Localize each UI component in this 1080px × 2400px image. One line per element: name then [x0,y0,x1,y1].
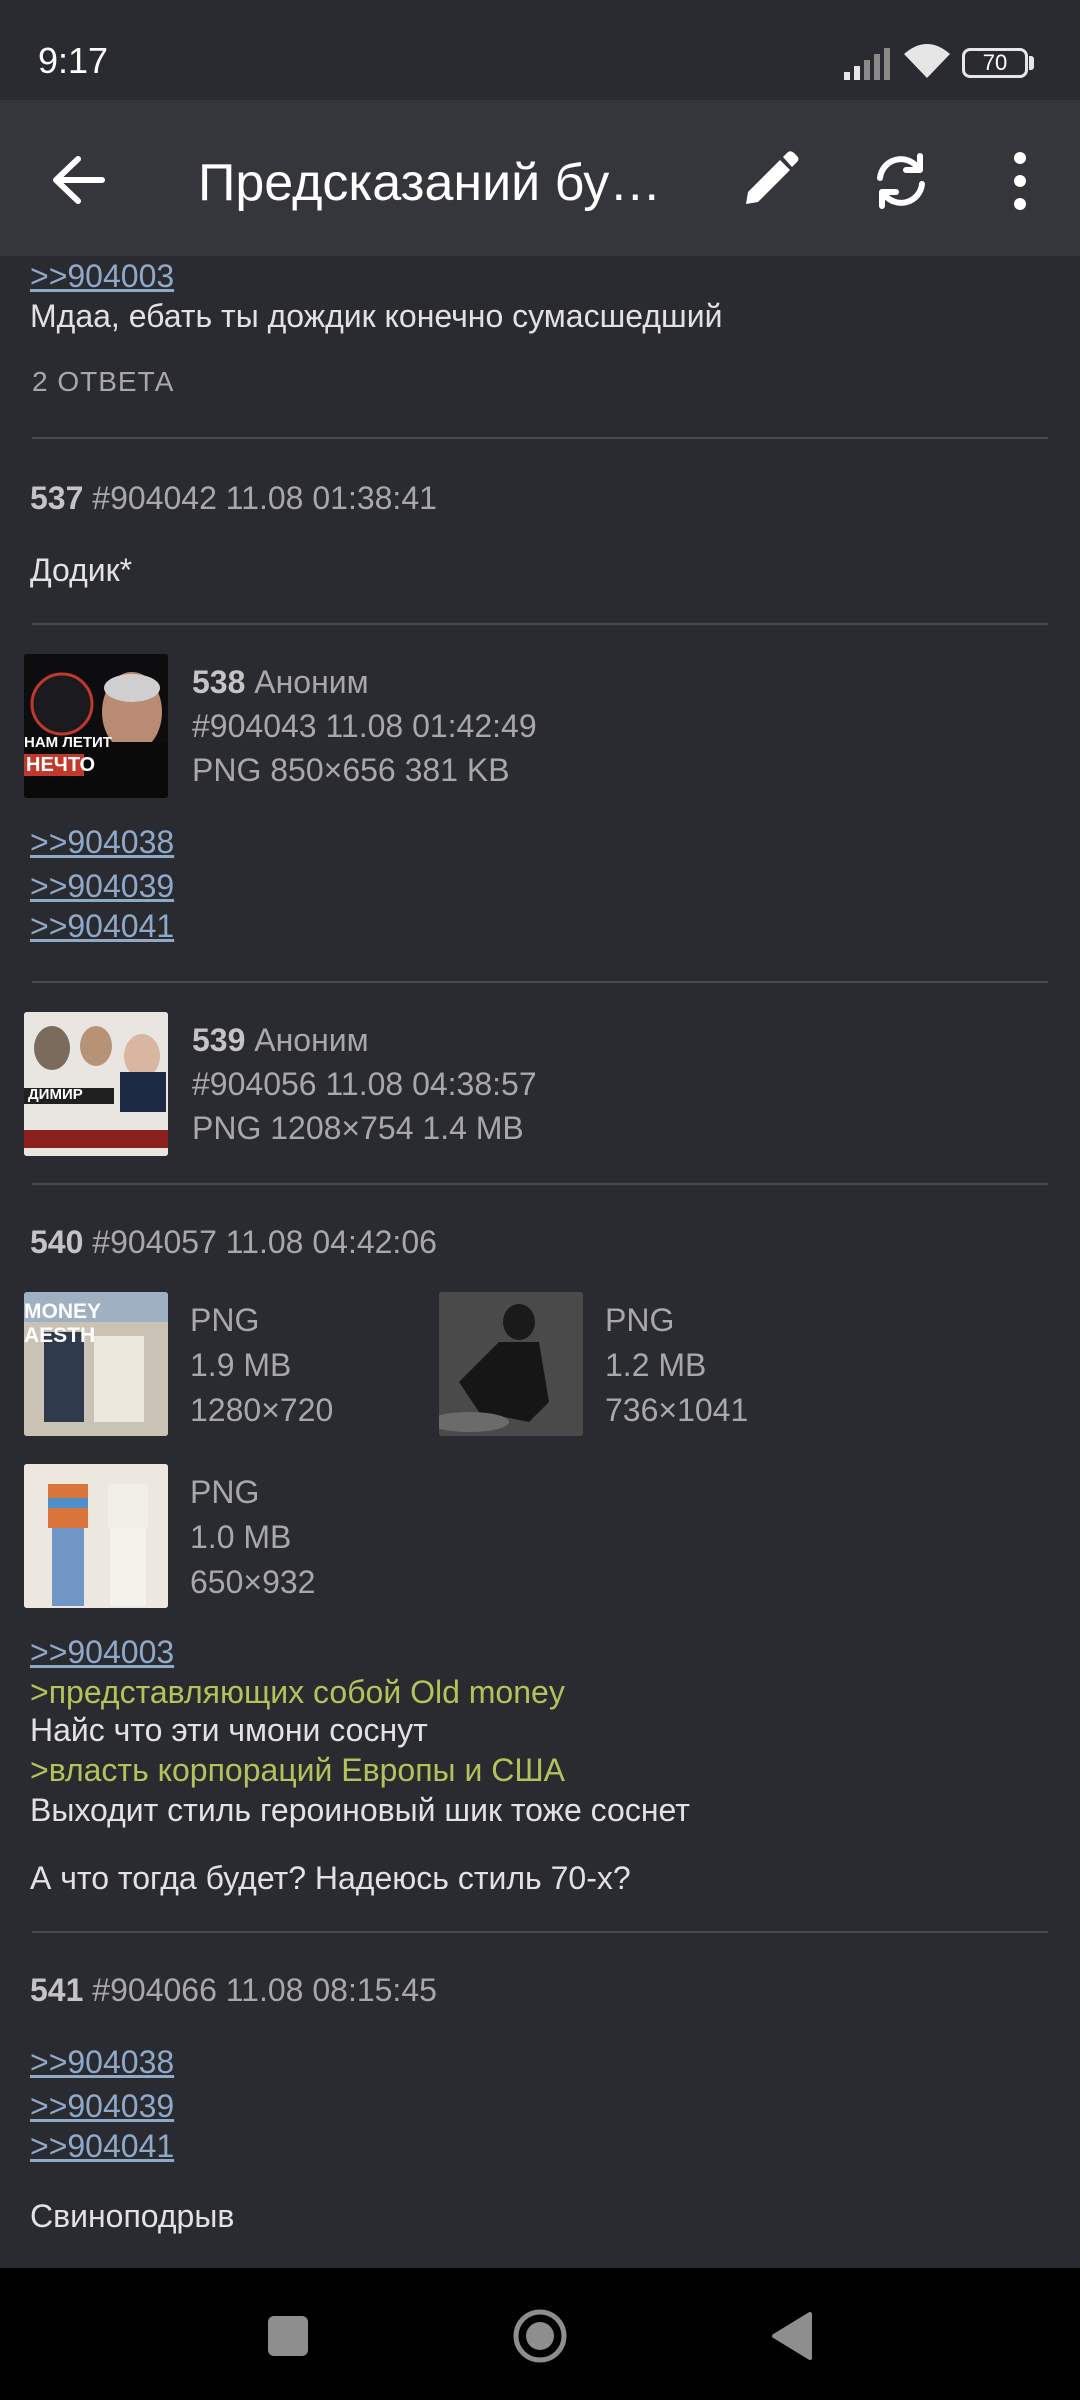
post-thumbnail[interactable] [439,1292,583,1436]
post-number: 541 [30,1972,84,2008]
post-number: 540 [30,1224,84,1260]
reply-link[interactable]: >>904038 [30,2042,174,2082]
thread-title: Предсказаний бу… [198,154,662,212]
edit-button[interactable] [736,148,806,214]
file-info: PNG 1208×754 1.4 MB [192,1110,524,1146]
file-info: PNG 850×656 381 KB [192,752,510,788]
post-text: Найс что эти чмони соснут [30,1712,428,1748]
home-circle-icon [513,2309,567,2363]
post-number: 537 [30,480,84,516]
pencil-icon [746,151,799,204]
post-header: 537 #904042 11.08 01:38:41 [30,478,437,518]
reply-link[interactable]: >>904041 [30,2126,174,2166]
recent-apps-button[interactable] [268,2316,308,2356]
post-thumbnail[interactable]: MONEY AESTH [24,1292,168,1436]
image-dims: 650×932 [190,1564,316,1600]
post-number: 539 [192,1022,246,1058]
arrow-left-icon [53,156,105,204]
image-dims: 736×1041 [605,1392,749,1428]
reply-link[interactable]: >>904039 [30,2086,174,2126]
thumbnail-image [439,1292,583,1436]
reply-link[interactable]: >>904003 [30,256,174,296]
post-divider [32,981,1048,983]
thumbnail-image [24,1012,168,1156]
post-info: #904056 11.08 04:38:57 [192,1066,537,1102]
post-info: #904066 11.08 08:15:45 [92,1972,437,2008]
image-info: PNG 1.2 MB 736×1041 [605,1298,748,1433]
post-header: 538 Аноним [192,662,369,702]
system-back-button[interactable] [770,2310,814,2362]
reply-link[interactable]: >>904039 [30,866,174,906]
post-author: Аноним [254,1022,369,1058]
greentext-quote: >представляющих собой Old money [30,1674,565,1710]
image-type: PNG [190,1302,260,1338]
reply-link[interactable]: >>904038 [30,822,174,862]
image-dims: 1280×720 [190,1392,334,1428]
thumbnail-caption: ДИМИР [28,1086,83,1103]
replies-count[interactable]: 2 ОТВЕТА [32,366,174,398]
thread-content: >>904003 Мдаа, ебать ты дождик конечно с… [0,256,1080,2268]
more-options-button[interactable] [1000,148,1040,214]
post-text: Свиноподрыв [30,2198,235,2234]
post-info: #904043 11.08 01:42:49 [192,708,537,744]
post-thumbnail[interactable] [24,1464,168,1608]
image-type: PNG [605,1302,675,1338]
post-header: 539 Аноним [192,1020,369,1060]
image-info: PNG 1.0 MB 650×932 [190,1470,315,1605]
post-number: 538 [192,664,246,700]
thumbnail-caption: MONEY AESTH [24,1300,101,1347]
post-divider [32,623,1048,625]
battery-level: 70 [982,50,1008,75]
post-header: 541 #904066 11.08 08:15:45 [30,1970,437,2010]
more-vert-icon [1014,152,1026,210]
home-button[interactable] [512,2308,568,2364]
refresh-icon [877,153,925,209]
post-divider [32,1931,1048,1933]
status-time: 9:17 [38,40,109,81]
status-bar: 9:17 70 [0,0,1080,100]
post-thumbnail[interactable]: НАМ ЛЕТИТ НЕЧТО [24,654,168,798]
signal-icon [844,48,890,80]
post-text: Выходит стиль героиновый шик тоже соснет [30,1792,690,1828]
back-triangle-icon [772,2312,812,2360]
image-size: 1.9 MB [190,1347,292,1383]
back-button[interactable] [40,145,120,215]
refresh-button[interactable] [866,148,936,214]
post-info: #904057 11.08 04:42:06 [92,1224,437,1260]
post-divider [32,437,1048,439]
post-info: #904042 11.08 01:38:41 [92,480,437,516]
post-header: 540 #904057 11.08 04:42:06 [30,1222,437,1262]
battery-tip [1029,56,1034,70]
post-divider [32,1183,1048,1185]
thumbnail-caption: НАМ ЛЕТИТ [24,734,112,751]
reply-link[interactable]: >>904041 [30,906,174,946]
post-thumbnail[interactable]: ДИМИР [24,1012,168,1156]
image-size: 1.2 MB [605,1347,707,1383]
post-author: Аноним [254,664,369,700]
post-text: А что тогда будет? Надеюсь стиль 70-х? [30,1860,631,1896]
image-size: 1.0 MB [190,1519,292,1555]
post-text: Додик* [30,552,133,588]
image-info: PNG 1.9 MB 1280×720 [190,1298,333,1433]
thumbnail-image [24,1464,168,1608]
wifi-icon [904,44,950,78]
image-type: PNG [190,1474,260,1510]
thumbnail-caption: НЕЧТО [26,754,96,776]
greentext-quote: >власть корпораций Европы и США [30,1752,565,1788]
reply-link[interactable]: >>904003 [30,1632,174,1672]
post-text: Мдаа, ебать ты дождик конечно сумасшедши… [30,298,723,334]
battery-icon: 70 [962,48,1028,78]
